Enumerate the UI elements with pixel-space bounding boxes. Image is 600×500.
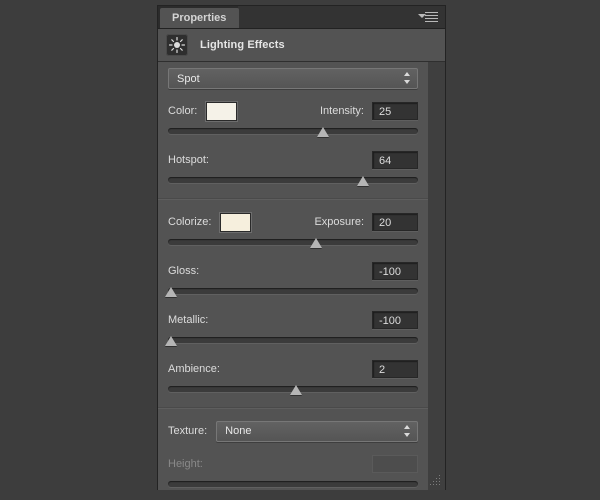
ambience-slider-knob[interactable] xyxy=(290,385,302,395)
stepper-arrows-icon xyxy=(404,72,411,85)
page-title: Lighting Effects xyxy=(200,39,285,51)
intensity-label: Intensity: xyxy=(320,105,364,117)
hotspot-row: Hotspot: 64 xyxy=(168,149,418,171)
colorize-exposure-row: Colorize: Exposure: 20 xyxy=(168,211,418,233)
lighting-effects-icon xyxy=(166,34,188,56)
light-type-select[interactable]: Spot xyxy=(168,68,418,89)
color-label: Color: xyxy=(168,105,197,117)
color-intensity-row: Color: Intensity: 25 xyxy=(168,100,418,122)
panel-tabbar: Properties xyxy=(158,6,445,29)
texture-stepper-arrows-icon xyxy=(404,425,411,438)
height-row: Height: xyxy=(168,453,418,475)
metallic-slider[interactable] xyxy=(168,333,418,347)
exposure-slider-knob[interactable] xyxy=(310,238,322,248)
height-slider-track xyxy=(168,481,418,487)
height-label: Height: xyxy=(168,458,203,470)
metallic-input[interactable]: -100 xyxy=(372,311,418,329)
gloss-slider[interactable] xyxy=(168,284,418,298)
intensity-slider[interactable] xyxy=(168,124,418,138)
colorize-label: Colorize: xyxy=(168,216,211,228)
resize-grip[interactable] xyxy=(430,475,443,488)
panel-header: Lighting Effects xyxy=(158,29,445,62)
hotspot-slider-track xyxy=(168,177,418,183)
properties-panel: Properties xyxy=(158,6,445,489)
hotspot-slider-knob[interactable] xyxy=(357,176,369,186)
metallic-label: Metallic: xyxy=(168,314,208,326)
ambience-slider[interactable] xyxy=(168,382,418,396)
tabbar-empty-area xyxy=(238,6,445,28)
exposure-label: Exposure: xyxy=(314,216,364,228)
gloss-input[interactable]: -100 xyxy=(372,262,418,280)
texture-row: Texture: None xyxy=(168,420,418,442)
divider-1 xyxy=(158,198,428,200)
intensity-input[interactable]: 25 xyxy=(372,102,418,120)
intensity-slider-knob[interactable] xyxy=(317,127,329,137)
tab-properties[interactable]: Properties xyxy=(160,8,239,28)
panel-body: Spot Color: Intensity: 25 xyxy=(158,62,445,490)
hotspot-input[interactable]: 64 xyxy=(372,151,418,169)
color-swatch[interactable] xyxy=(206,102,237,121)
height-input xyxy=(372,455,418,473)
exposure-input[interactable]: 20 xyxy=(372,213,418,231)
metallic-slider-knob[interactable] xyxy=(165,336,177,346)
texture-select[interactable]: None xyxy=(216,421,418,442)
exposure-slider[interactable] xyxy=(168,235,418,249)
hamburger-icon xyxy=(425,12,438,23)
gloss-slider-track xyxy=(168,288,418,294)
light-type-value: Spot xyxy=(169,73,200,85)
gloss-row: Gloss: -100 xyxy=(168,260,418,282)
gloss-label: Gloss: xyxy=(168,265,199,277)
app-root: Properties xyxy=(0,0,600,500)
texture-label: Texture: xyxy=(168,425,207,437)
intensity-slider-track xyxy=(168,128,418,134)
divider-2 xyxy=(158,407,428,409)
panel-side-rail xyxy=(428,62,445,490)
colorize-swatch[interactable] xyxy=(220,213,251,232)
panel-menu-icon[interactable] xyxy=(418,12,438,23)
exposure-slider-track xyxy=(168,239,418,245)
ambience-row: Ambience: 2 xyxy=(168,358,418,380)
texture-value: None xyxy=(217,425,251,437)
ambience-label: Ambience: xyxy=(168,363,220,375)
metallic-slider-track xyxy=(168,337,418,343)
hotspot-label: Hotspot: xyxy=(168,154,209,166)
metallic-row: Metallic: -100 xyxy=(168,309,418,331)
ambience-input[interactable]: 2 xyxy=(372,360,418,378)
panel-content: Spot Color: Intensity: 25 xyxy=(158,62,428,490)
height-slider xyxy=(168,477,418,491)
hotspot-slider[interactable] xyxy=(168,173,418,187)
gloss-slider-knob[interactable] xyxy=(165,287,177,297)
